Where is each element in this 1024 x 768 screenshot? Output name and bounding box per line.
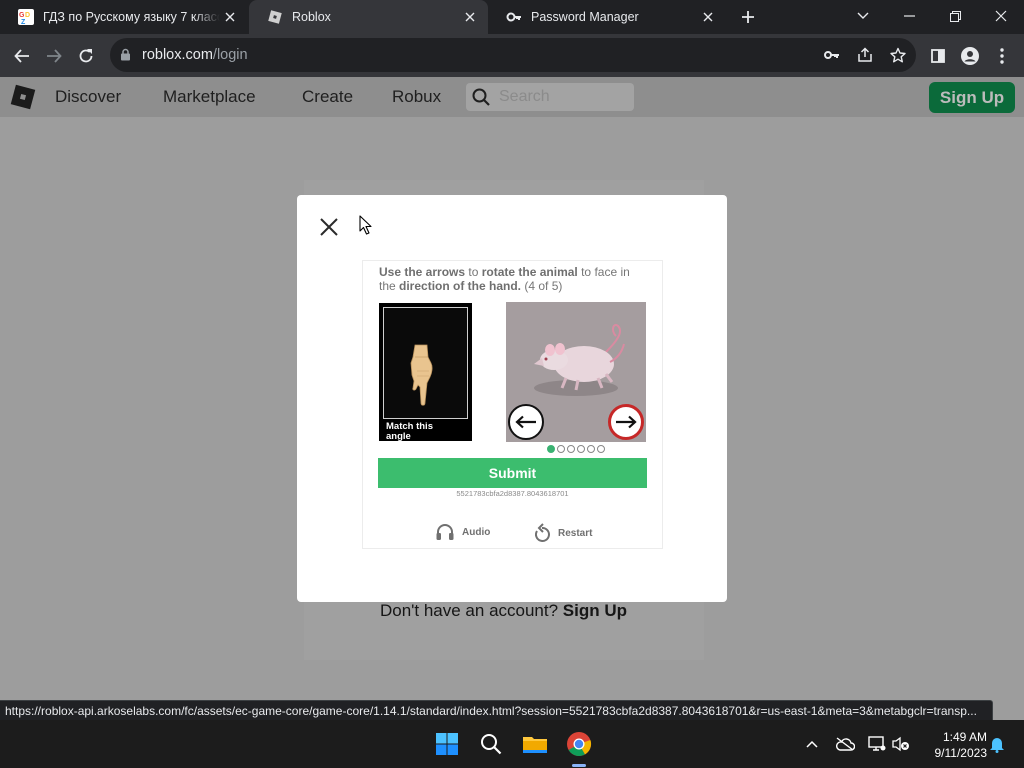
bookmark-star-icon[interactable] <box>888 45 908 65</box>
tab-gdz[interactable]: GDZ ГДЗ по Русскому языку 7 класс Б <box>0 0 248 34</box>
windows-taskbar: 1:49 AM 9/11/2023 <box>0 720 1024 768</box>
close-icon[interactable] <box>317 215 341 239</box>
captcha-frame: Use the arrows to rotate the animal to f… <box>362 260 663 549</box>
volume-muted-icon[interactable] <box>891 734 911 754</box>
arrow-left-icon <box>515 415 536 429</box>
tab-password-manager[interactable]: Password Manager <box>488 0 726 34</box>
reload-icon[interactable] <box>72 42 100 70</box>
svg-text:Z: Z <box>21 19 26 25</box>
tab-roblox[interactable]: Roblox <box>249 0 488 34</box>
nav-discover[interactable]: Discover <box>55 87 121 107</box>
progress-dot <box>587 445 595 453</box>
close-icon[interactable] <box>460 7 480 27</box>
submit-button[interactable]: Submit <box>378 458 647 488</box>
lock-icon[interactable] <box>120 48 131 66</box>
key-icon <box>506 9 522 25</box>
search-placeholder: Search <box>499 88 550 105</box>
headphones-icon <box>436 524 454 540</box>
progress-dot <box>557 445 565 453</box>
nav-create[interactable]: Create <box>302 87 353 107</box>
progress-dot <box>577 445 585 453</box>
instruction-strong-1: Use the arrows <box>379 265 466 279</box>
restore-icon[interactable] <box>932 0 978 32</box>
restart-label: Restart <box>558 527 593 539</box>
url-text: roblox.com/login <box>142 47 248 63</box>
minimize-icon[interactable] <box>886 0 932 32</box>
nav-robux[interactable]: Robux <box>392 87 441 107</box>
clock-date: 9/11/2023 <box>934 746 988 760</box>
side-panel-icon[interactable] <box>924 42 952 70</box>
close-icon[interactable] <box>220 7 240 27</box>
chrome-icon[interactable] <box>563 728 595 760</box>
address-bar[interactable]: roblox.com/login <box>110 38 916 72</box>
url-host: roblox.com <box>142 47 213 63</box>
progress-dot <box>597 445 605 453</box>
close-icon[interactable] <box>698 7 718 27</box>
onedrive-offline-icon[interactable] <box>835 734 855 754</box>
windows-start-icon[interactable] <box>431 728 463 760</box>
progress-dots <box>547 445 605 453</box>
browser-toolbar: roblox.com/login <box>0 34 1024 77</box>
instruction-strong-2: rotate the animal <box>481 265 578 279</box>
roblox-logo-icon[interactable] <box>10 84 36 110</box>
new-tab-button[interactable] <box>736 5 760 29</box>
status-url: https://roblox-api.arkoselabs.com/fc/ass… <box>5 704 977 718</box>
audio-button[interactable]: Audio <box>435 523 490 541</box>
search-icon <box>472 88 490 111</box>
clock-time: 1:49 AM <box>942 730 987 744</box>
restart-icon <box>535 523 550 542</box>
restart-button[interactable]: Restart <box>533 523 592 543</box>
roblox-icon <box>267 9 283 25</box>
forward-icon[interactable] <box>40 42 68 70</box>
captcha-modal: Use the arrows to rotate the animal to f… <box>297 195 727 602</box>
search-icon[interactable] <box>475 728 507 760</box>
arrow-right-icon <box>616 415 637 429</box>
mouse-cursor-icon <box>359 215 373 241</box>
pointing-hand-icon <box>407 343 437 412</box>
share-icon[interactable] <box>855 45 875 65</box>
tab-title: ГДЗ по Русскому языку 7 класс Б <box>43 10 220 24</box>
search-input[interactable]: Search <box>466 83 634 111</box>
close-window-icon[interactable] <box>978 0 1024 32</box>
network-icon[interactable] <box>867 734 887 754</box>
rotate-left-button[interactable] <box>508 404 544 440</box>
menu-kebab-icon[interactable] <box>988 42 1016 70</box>
tab-search-chevron-icon[interactable] <box>840 0 886 32</box>
active-app-indicator <box>572 764 586 767</box>
captcha-instruction: Use the arrows to rotate the animal to f… <box>379 265 649 293</box>
tab-strip: GDZ ГДЗ по Русскому языку 7 класс Б Robl… <box>0 0 1024 34</box>
match-angle-label: Match this angle <box>386 421 433 442</box>
svg-text:D: D <box>25 12 30 19</box>
url-path: /login <box>212 47 248 63</box>
instruction-strong-3: direction of the hand. <box>399 279 522 293</box>
reference-hand-image: Match this angle <box>378 302 473 442</box>
instruction-progress: (4 of 5) <box>521 279 563 293</box>
back-icon[interactable] <box>8 42 36 70</box>
link-status-bar: https://roblox-api.arkoselabs.com/fc/ass… <box>0 700 993 720</box>
instruction-text-1: to <box>465 265 482 279</box>
gdz-icon: GDZ <box>18 9 34 25</box>
tab-title: Roblox <box>292 10 331 24</box>
tab-title: Password Manager <box>531 10 639 24</box>
nav-marketplace[interactable]: Marketplace <box>163 87 256 107</box>
notification-bell-icon[interactable] <box>987 734 1007 754</box>
chevron-up-icon[interactable] <box>802 734 822 754</box>
profile-icon[interactable] <box>956 42 984 70</box>
taskbar-clock[interactable]: 1:49 AM 9/11/2023 <box>917 729 988 761</box>
no-account-text: Don't have an account? Sign Up <box>0 601 1007 621</box>
signup-link[interactable]: Sign Up <box>563 601 627 620</box>
animal-rotation-image <box>506 302 646 442</box>
password-key-icon[interactable] <box>822 45 842 65</box>
rotate-right-button[interactable] <box>608 404 644 440</box>
progress-dot-active <box>547 445 555 453</box>
file-explorer-icon[interactable] <box>519 728 551 760</box>
roblox-header: Discover Marketplace Create Robux Search… <box>0 77 1024 117</box>
session-id: 5521783cbfa2d8387.8043618701 <box>456 489 569 498</box>
no-account-label: Don't have an account? <box>379 601 559 620</box>
audio-label: Audio <box>462 526 491 538</box>
progress-dot <box>567 445 575 453</box>
signup-button[interactable]: Sign Up <box>929 82 1015 113</box>
